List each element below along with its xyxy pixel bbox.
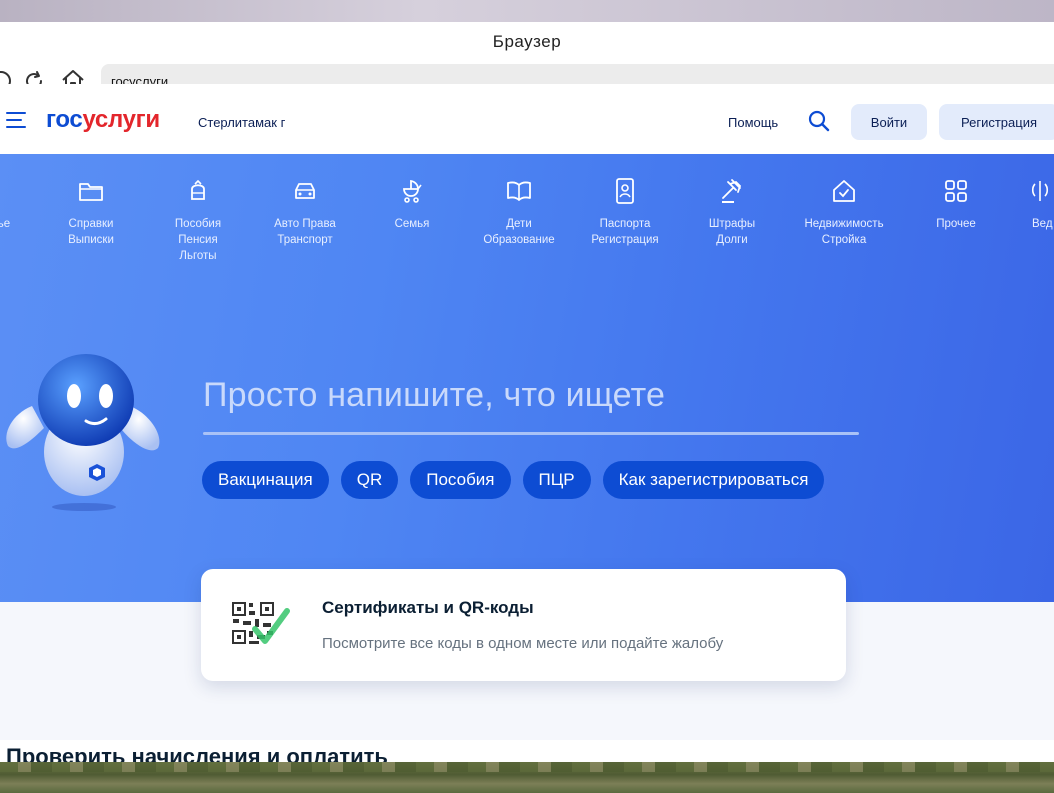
category-passports[interactable]: Паспорта Регистрация <box>570 176 680 248</box>
menu-icon[interactable] <box>6 112 28 128</box>
robot-assistant-image <box>2 344 167 524</box>
category-label: Вед <box>1032 218 1053 230</box>
browser-window: Браузер госуслуги госуслуги Стерлитамак … <box>0 22 1054 762</box>
city-selector[interactable]: Стерлитамак г <box>198 115 285 130</box>
category-label: Недвижимость <box>804 218 884 230</box>
certificates-card[interactable]: Сертификаты и QR-коды Посмотрите все код… <box>201 569 846 681</box>
logo-part-uslugi: услуги <box>82 106 160 133</box>
house-icon <box>829 176 859 206</box>
grid-icon <box>941 176 971 206</box>
gavel-icon <box>717 176 747 206</box>
category-label: Выписки <box>68 234 114 246</box>
search-prompt[interactable]: Просто напишите, что ищете <box>203 376 665 415</box>
hero-banner: ье Справки Выписки Пособия Пенсия Льготы… <box>0 154 1054 602</box>
category-family[interactable]: Семья <box>357 176 467 232</box>
chip-pcr[interactable]: ПЦР <box>522 461 591 499</box>
category-label: Образование <box>483 234 555 246</box>
card-subtitle: Посмотрите все коды в одном месте или по… <box>322 635 724 652</box>
search-underline <box>203 432 859 435</box>
category-label: Штрафы <box>708 218 756 230</box>
category-certificates[interactable]: Справки Выписки <box>36 176 146 248</box>
category-label: Стройка <box>821 234 867 246</box>
category-label: Авто Права <box>274 218 336 230</box>
folder-icon <box>76 176 106 206</box>
category-label: Льготы <box>179 250 217 262</box>
desktop-wallpaper-bottom <box>0 762 1054 793</box>
emblem-icon <box>1025 176 1054 206</box>
car-icon <box>290 176 320 206</box>
help-link[interactable]: Помощь <box>728 115 778 130</box>
category-realty[interactable]: Недвижимость Стройка <box>789 176 899 248</box>
category-auto[interactable]: Авто Права Транспорт <box>250 176 360 248</box>
passport-icon <box>610 176 640 206</box>
wallet-icon <box>183 176 213 206</box>
category-label: Паспорта <box>599 218 651 230</box>
search-icon[interactable] <box>806 108 832 134</box>
book-icon <box>504 176 534 206</box>
category-label: Транспорт <box>277 234 333 246</box>
qr-code-icon <box>231 601 291 651</box>
window-title: Браузер <box>492 32 562 51</box>
logo-part-gos: гос <box>46 106 83 133</box>
card-title: Сертификаты и QR-коды <box>322 598 534 617</box>
category-label: Регистрация <box>591 234 659 246</box>
chip-how-to-register[interactable]: Как зарегистрироваться <box>602 461 825 499</box>
section-heading: Проверить начисления и оплатить <box>6 744 388 762</box>
category-label: Пособия <box>174 218 222 230</box>
desktop-wallpaper-top <box>0 0 1054 22</box>
register-button[interactable]: Регистрация <box>939 104 1054 140</box>
category-kids[interactable]: Дети Образование <box>464 176 574 248</box>
chip-qr[interactable]: QR <box>340 461 399 499</box>
quick-chips: Вакцинация QR Пособия ПЦР Как зарегистри… <box>202 461 825 499</box>
category-label: Дети <box>506 218 532 230</box>
stroller-icon <box>397 176 427 206</box>
category-other[interactable]: Прочее <box>901 176 1011 232</box>
login-button[interactable]: Войти <box>851 104 927 140</box>
chip-benefits[interactable]: Пособия <box>410 461 511 499</box>
site-header: госуслуги Стерлитамак г Помощь Войти Рег… <box>0 84 1054 154</box>
category-benefits[interactable]: Пособия Пенсия Льготы <box>143 176 253 264</box>
gosuslugi-logo[interactable]: госуслуги <box>46 106 160 134</box>
category-label: Пенсия <box>178 234 218 246</box>
category-fines[interactable]: Штрафы Долги <box>677 176 787 248</box>
partial-icon <box>0 176 19 206</box>
category-label: Долги <box>716 234 748 246</box>
category-label: Справки <box>68 218 114 230</box>
category-label: Прочее <box>936 218 976 230</box>
category-departments[interactable]: Вед <box>1000 176 1054 232</box>
category-label: Семья <box>394 218 430 230</box>
chip-vaccination[interactable]: Вакцинация <box>202 461 329 499</box>
